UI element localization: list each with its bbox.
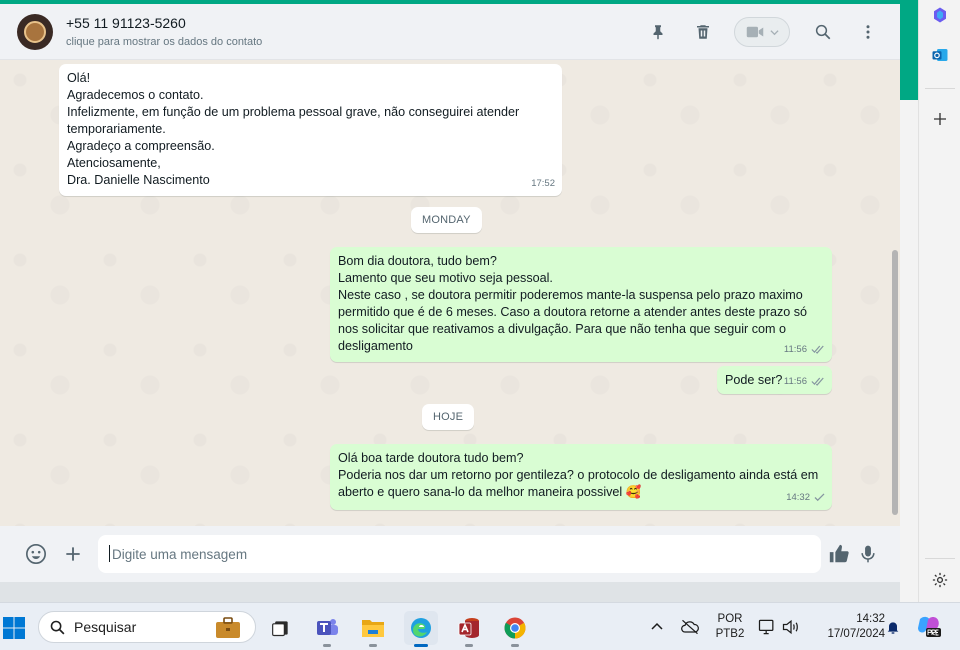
message-text: Bom dia doutora, tudo bem? Lamento que s… — [338, 254, 808, 353]
chrome-icon — [504, 617, 526, 639]
message-time: 17:52 — [531, 178, 555, 189]
windows-taskbar: Pesquisar POR PTB2 14:32 17/07/2024 — [0, 602, 960, 650]
microphone-icon[interactable] — [855, 541, 881, 567]
contact-name: +55 11 91123-5260 — [66, 14, 186, 31]
browser-sidebar — [918, 0, 960, 602]
message-time: 14:32 — [786, 492, 810, 503]
taskbar-app-file-explorer[interactable] — [356, 611, 390, 647]
contact-avatar[interactable] — [17, 13, 53, 50]
day-separator-today: HOJE — [422, 404, 475, 430]
message-text: Olá boa tarde doutora tudo bem? Poderia … — [338, 451, 819, 499]
volume-icon[interactable] — [781, 617, 801, 642]
input-language[interactable]: POR PTB2 — [710, 612, 750, 642]
taskbar-app-teams[interactable] — [310, 611, 344, 647]
sidebar-divider — [925, 558, 955, 559]
day-separator-monday: MONDAY — [411, 207, 482, 233]
message-meta: 17:52 — [531, 175, 555, 192]
settings-gear-icon[interactable] — [929, 569, 951, 591]
search-icon — [50, 620, 65, 634]
clock-date: 17/07/2024 — [827, 628, 885, 640]
taskbar-app-chrome[interactable] — [498, 611, 532, 647]
background-panel — [900, 100, 918, 602]
add-icon[interactable] — [929, 108, 951, 130]
chat-header: +55 11 91123-5260 clique para mostrar os… — [0, 4, 900, 60]
network-icon[interactable] — [757, 617, 777, 642]
message-outgoing[interactable]: Bom dia doutora, tudo bem? Lamento que s… — [330, 247, 832, 362]
taskbar-app-task-view[interactable] — [264, 611, 298, 645]
message-outgoing[interactable]: Pode ser? 11:56 — [717, 366, 832, 394]
video-call-icon — [746, 26, 763, 38]
running-indicator — [511, 644, 519, 647]
whatsapp-window: +55 11 91123-5260 clique para mostrar os… — [0, 0, 900, 582]
chevron-down-icon — [769, 29, 779, 35]
trash-icon[interactable] — [691, 20, 715, 44]
double-check-read-icon — [811, 345, 824, 354]
taskbar-app-access[interactable] — [452, 611, 486, 647]
message-time: 11:56 — [783, 376, 807, 387]
message-meta: 14:32 — [786, 489, 825, 506]
text-caret — [109, 545, 110, 562]
running-indicator — [465, 644, 473, 647]
message-outgoing[interactable]: Olá boa tarde doutora tudo bem? Poderia … — [330, 444, 832, 510]
task-view-icon — [272, 621, 288, 637]
clock[interactable]: 14:32 17/07/2024 — [810, 612, 885, 642]
chevron-up-icon[interactable] — [650, 620, 664, 639]
briefcase-icon — [216, 617, 240, 638]
taskbar-search-label: Pesquisar — [74, 619, 137, 635]
message-meta: 11:56 — [784, 373, 825, 390]
plus-icon[interactable] — [60, 541, 86, 567]
window-accent-strip — [0, 0, 960, 4]
emoji-icon[interactable] — [23, 541, 49, 567]
contact-subtitle: clique para mostrar os dados do contato — [66, 35, 263, 48]
windows-start-icon[interactable] — [2, 616, 26, 640]
single-check-icon — [814, 493, 825, 502]
message-text: Olá! Agradecemos o contato. Infelizmente… — [67, 71, 520, 187]
composer — [0, 526, 900, 582]
menu-icon[interactable] — [856, 20, 880, 44]
message-meta: 11:56 — [784, 341, 825, 358]
contact-info[interactable]: +55 11 91123-5260 clique para mostrar os… — [66, 14, 262, 50]
double-check-read-icon — [811, 377, 824, 386]
background-accent — [900, 0, 918, 100]
message-time: 11:56 — [783, 344, 807, 355]
taskbar-app-edge[interactable] — [404, 611, 438, 647]
thumbs-up-icon[interactable] — [826, 541, 852, 567]
cloud-offline-icon[interactable] — [680, 618, 700, 641]
running-indicator — [414, 644, 428, 647]
search-icon[interactable] — [811, 20, 835, 44]
edge-icon — [411, 618, 431, 638]
folder-icon — [362, 620, 384, 637]
sidebar-divider — [925, 88, 955, 89]
copilot-preview-icon[interactable] — [916, 615, 942, 644]
message-input[interactable] — [98, 535, 821, 573]
video-call-button[interactable] — [734, 17, 790, 47]
access-icon — [458, 618, 479, 638]
running-indicator — [323, 644, 331, 647]
running-indicator — [369, 644, 377, 647]
copilot-icon[interactable] — [929, 4, 951, 26]
notification-bell-icon[interactable] — [885, 619, 901, 640]
teams-icon — [317, 619, 338, 635]
message-list[interactable]: Olá! Agradecemos o contato. Infelizmente… — [0, 60, 900, 526]
clock-time: 14:32 — [856, 613, 885, 625]
language-code: POR — [717, 613, 743, 625]
pin-icon[interactable] — [646, 20, 670, 44]
keyboard-layout: PTB2 — [715, 628, 745, 640]
message-incoming[interactable]: Olá! Agradecemos o contato. Infelizmente… — [59, 64, 562, 196]
message-scrollbar[interactable] — [892, 250, 898, 515]
header-actions — [625, 4, 880, 60]
outlook-icon[interactable] — [929, 44, 951, 66]
taskbar-search[interactable]: Pesquisar — [38, 611, 256, 643]
